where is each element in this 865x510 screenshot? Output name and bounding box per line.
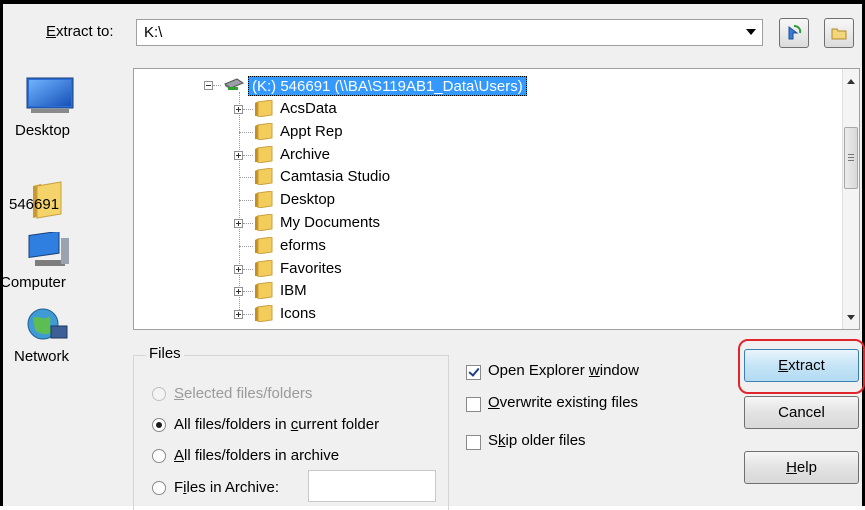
current-folder-radio[interactable] xyxy=(152,418,166,432)
computer-icon xyxy=(28,232,69,266)
tree-node-label: Archive xyxy=(280,146,331,163)
tree-node-label: Camtasia Studio xyxy=(280,168,391,185)
files-group-title: Files xyxy=(146,345,184,362)
folder-icon xyxy=(255,305,273,322)
expand-toggle[interactable] xyxy=(234,151,243,160)
extract-to-label: Extract to: xyxy=(46,23,114,40)
folder-icon xyxy=(255,168,273,185)
folder-icon xyxy=(255,237,273,254)
folder-icon xyxy=(255,191,273,208)
expand-toggle[interactable] xyxy=(234,105,243,114)
tree-connector xyxy=(239,177,253,179)
cancel-button[interactable]: Cancel xyxy=(744,396,859,429)
tree-node-label: Favorites xyxy=(280,260,342,277)
places-computer-label: Computer xyxy=(0,274,66,291)
scroll-down-icon[interactable] xyxy=(847,315,855,320)
tree-node-label: Icons xyxy=(280,305,316,322)
selected-files-label: Selected files/folders xyxy=(174,385,313,402)
overwrite-label: Overwrite existing files xyxy=(488,394,639,411)
extract-dialog: Extract to: K:\ Desktop 546691 Computer … xyxy=(0,4,865,510)
tree-node-label: IBM xyxy=(280,282,307,299)
all-in-archive-radio[interactable] xyxy=(152,449,166,463)
tree-connector xyxy=(243,109,253,111)
extract-path-value: K:\ xyxy=(144,24,163,41)
tree-connector xyxy=(243,314,253,316)
new-folder-icon xyxy=(831,28,847,40)
expand-toggle[interactable] xyxy=(234,219,243,228)
open-explorer-label: Open Explorer window xyxy=(488,362,639,379)
expand-toggle[interactable] xyxy=(234,287,243,296)
tree-node-label: AcsData xyxy=(280,100,337,117)
skip-older-label: Skip older files xyxy=(488,432,586,449)
folder-icon xyxy=(255,214,273,231)
scrollbar-thumb[interactable] xyxy=(844,127,858,189)
expand-toggle[interactable] xyxy=(234,265,243,274)
open-explorer-checkbox[interactable] xyxy=(466,365,481,380)
extract-button[interactable]: Extract xyxy=(744,349,859,382)
tree-connector xyxy=(243,269,253,271)
places-network-label: Network xyxy=(14,348,70,365)
tree-node-label: Appt Rep xyxy=(280,123,343,140)
tree-connector xyxy=(213,85,221,87)
grip-line xyxy=(848,157,854,158)
tree-connector xyxy=(243,291,253,293)
folder-icon xyxy=(255,282,273,299)
tree-vertical-scrollbar[interactable] xyxy=(842,69,859,329)
tree-node-label: My Documents xyxy=(280,214,381,231)
files-in-archive-label: Files in Archive: xyxy=(174,479,280,496)
network-icon xyxy=(27,308,68,340)
help-button[interactable]: Help xyxy=(744,451,859,484)
skip-older-checkbox[interactable] xyxy=(466,435,481,450)
network-drive-icon xyxy=(223,78,245,90)
tree-connector xyxy=(239,92,241,318)
tree-root-node[interactable]: (K:) 546691 (\\BA\S119AB1_Data\Users) xyxy=(248,76,527,96)
places-desktop-label: Desktop xyxy=(15,122,71,139)
navigate-up-button[interactable] xyxy=(779,18,809,48)
tree-node-label: eforms xyxy=(280,237,326,254)
folder-icon xyxy=(255,260,273,277)
folder-tree[interactable]: (K:) 546691 (\\BA\S119AB1_Data\Users) Ac… xyxy=(133,68,860,330)
tree-connector xyxy=(239,246,253,248)
tree-connector xyxy=(243,223,253,225)
places-user-label: 546691 xyxy=(9,196,60,213)
tree-connector xyxy=(239,200,253,202)
grip-line xyxy=(848,154,854,155)
current-folder-label: All files/folders in current folder xyxy=(174,416,380,433)
overwrite-checkbox[interactable] xyxy=(466,397,481,412)
tree-connector xyxy=(243,155,253,157)
scroll-up-icon[interactable] xyxy=(847,79,855,84)
files-in-archive-input[interactable] xyxy=(308,470,436,502)
all-in-archive-label: All files/folders in archive xyxy=(174,447,340,464)
grip-line xyxy=(848,160,854,161)
selected-files-radio[interactable] xyxy=(152,387,166,401)
root-collapse-toggle[interactable] xyxy=(204,81,213,90)
desktop-icon xyxy=(26,77,74,113)
expand-toggle[interactable] xyxy=(234,310,243,319)
files-in-archive-radio[interactable] xyxy=(152,481,166,495)
folder-icon xyxy=(255,123,273,140)
green-arrow-icon xyxy=(788,25,802,40)
folder-icon xyxy=(255,146,273,163)
folder-icon xyxy=(255,100,273,117)
tree-node-label: Desktop xyxy=(280,191,336,208)
new-folder-button[interactable] xyxy=(824,18,854,48)
tree-connector xyxy=(239,132,253,134)
chevron-down-icon[interactable] xyxy=(746,29,756,35)
extract-path-combo[interactable]: K:\ xyxy=(136,19,763,46)
